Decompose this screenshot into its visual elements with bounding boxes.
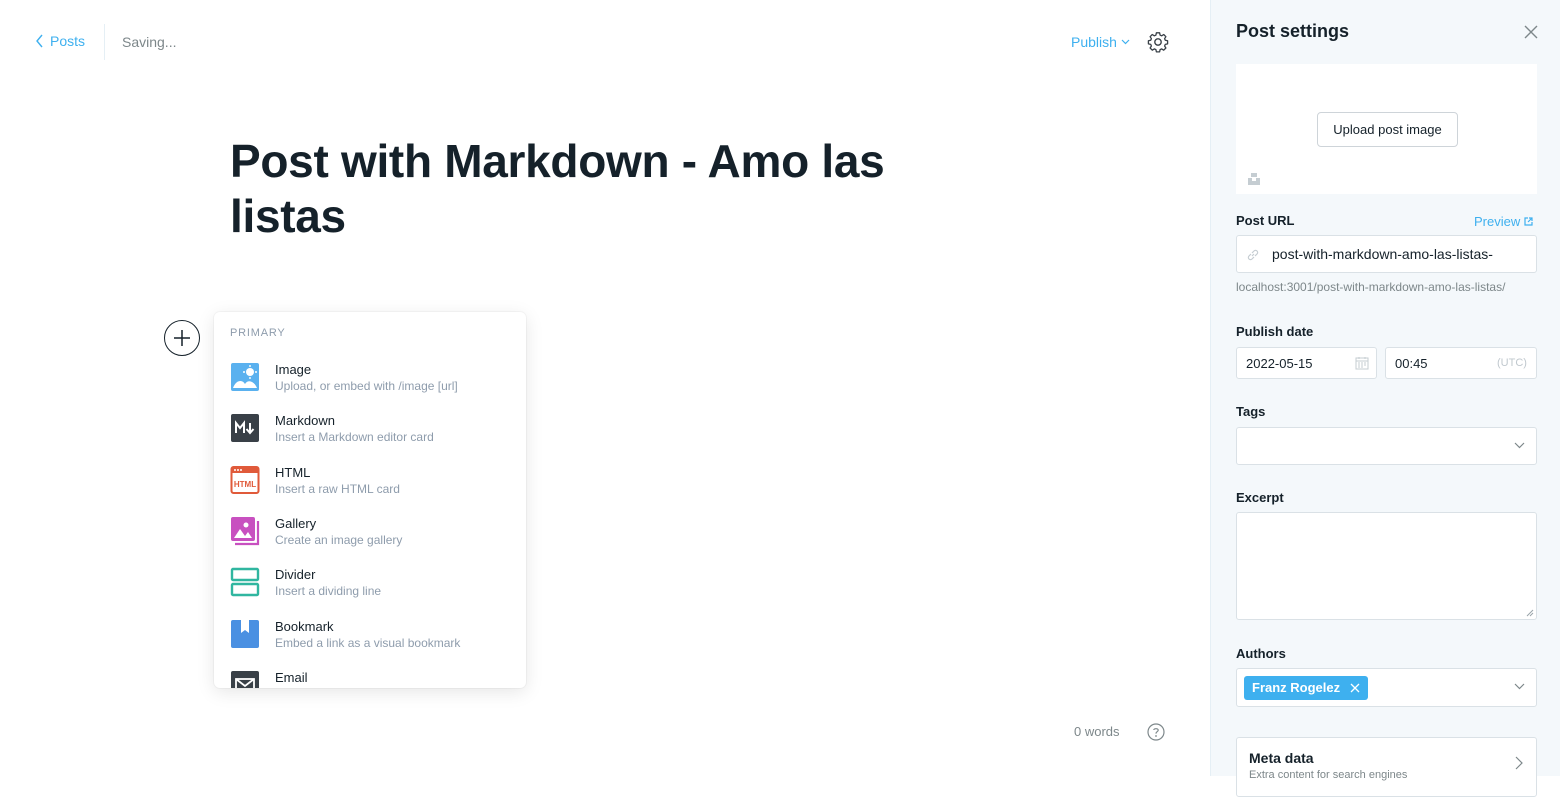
meta-data-title: Meta data (1249, 750, 1314, 766)
chevron-left-icon (36, 34, 43, 48)
meta-data-button[interactable]: Meta data Extra content for search engin… (1236, 737, 1537, 797)
card-menu-item-divider[interactable]: Divider Insert a dividing line (214, 567, 526, 617)
publish-time-input[interactable]: 00:45 (UTC) (1385, 347, 1537, 379)
preview-link[interactable]: Preview (1474, 214, 1533, 229)
publish-date-input[interactable]: 2022-05-15 (1236, 347, 1377, 379)
publish-label: Publish (1071, 34, 1117, 50)
divider-card-icon (230, 567, 260, 597)
remove-author-icon[interactable] (1350, 683, 1360, 693)
external-link-icon (1524, 217, 1533, 226)
svg-text:HTML: HTML (234, 480, 256, 489)
post-image-dropzone: Upload post image (1236, 64, 1537, 194)
chevron-down-icon (1514, 683, 1525, 690)
chevron-down-icon (1121, 39, 1130, 45)
panel-title: Post settings (1236, 21, 1350, 41)
author-name: Franz Rogelez (1252, 680, 1341, 695)
post-title[interactable]: Post with Markdown - Amo las listas (230, 134, 950, 244)
post-url-full: localhost:3001/post-with-markdown-amo-la… (1236, 280, 1506, 294)
meta-data-subtitle: Extra content for search engines (1249, 769, 1408, 781)
card-menu-section-title: PRIMARY (230, 327, 286, 339)
card-menu-item-description: Insert a raw HTML card (275, 482, 400, 496)
card-menu-item-description: Create an image gallery (275, 533, 403, 547)
card-menu-item-label: Email (275, 670, 308, 685)
back-link-label: Posts (50, 33, 86, 49)
email-card-icon (231, 671, 259, 688)
chevron-right-icon (1515, 756, 1523, 770)
add-card-button[interactable] (164, 320, 200, 356)
tags-select[interactable] (1236, 427, 1537, 465)
card-menu-item-description: Embed a link as a visual bookmark (275, 636, 461, 650)
calendar-icon[interactable] (1355, 356, 1369, 370)
preview-label: Preview (1474, 214, 1521, 229)
image-card-icon (231, 363, 259, 391)
card-menu-item-bookmark[interactable]: Bookmark Embed a link as a visual bookma… (214, 619, 526, 669)
card-menu-item-markdown[interactable]: Markdown Insert a Markdown editor card (214, 413, 526, 463)
resize-handle-icon[interactable] (1526, 609, 1534, 617)
word-count: 0 words (1074, 724, 1120, 739)
card-menu-item-image[interactable]: Image Upload, or embed with /image [url] (214, 362, 526, 412)
post-settings-panel: Post settings Upload post image Post URL… (1210, 0, 1560, 797)
editor-topbar: Posts Saving... Publish (0, 0, 1210, 84)
authors-select[interactable]: Franz Rogelez (1236, 668, 1537, 707)
author-token: Franz Rogelez (1244, 676, 1369, 700)
card-menu-item-html[interactable]: HTML HTML Insert a raw HTML card (214, 465, 526, 515)
timezone-label: (UTC) (1497, 357, 1527, 369)
card-menu-item-label: Markdown (275, 413, 335, 428)
save-status: Saving... (122, 34, 177, 50)
card-menu-item-description: Insert a Markdown editor card (275, 430, 434, 444)
tags-label: Tags (1236, 404, 1266, 419)
post-url-label: Post URL (1236, 213, 1295, 228)
card-menu-item-label: Divider (275, 567, 316, 582)
card-menu-item-label: Image (275, 362, 312, 377)
card-menu-item-description: Insert a dividing line (275, 584, 382, 598)
close-icon[interactable] (1523, 24, 1539, 40)
back-to-posts-link[interactable]: Posts (35, 33, 85, 49)
publish-date-value: 2022-05-15 (1246, 356, 1313, 371)
post-url-value: post-with-markdown-amo-las-listas- (1272, 246, 1493, 262)
markdown-card-icon (231, 414, 259, 442)
card-menu-item-label: HTML (275, 465, 311, 480)
publish-date-label: Publish date (1236, 324, 1314, 339)
publish-time-value: 00:45 (1395, 356, 1428, 371)
authors-label: Authors (1236, 646, 1286, 661)
chevron-down-icon (1514, 442, 1525, 449)
link-icon (1247, 249, 1259, 261)
excerpt-textarea[interactable] (1236, 512, 1537, 620)
card-menu-item-label: Bookmark (275, 619, 334, 634)
html-card-icon: HTML (230, 466, 260, 494)
plus-icon (174, 330, 190, 346)
gallery-card-icon (231, 517, 260, 546)
upload-post-image-button[interactable]: Upload post image (1317, 112, 1458, 147)
excerpt-label: Excerpt (1236, 490, 1284, 505)
card-menu-item-description: Upload, or embed with /image [url] (275, 379, 458, 393)
card-menu: PRIMARY Image Upload, or embed with /ima… (214, 312, 526, 688)
gear-icon[interactable] (1146, 30, 1170, 54)
card-menu-item-gallery[interactable]: Gallery Create an image gallery (214, 516, 526, 566)
bookmark-card-icon (231, 620, 259, 648)
publish-menu-button[interactable]: Publish (1071, 34, 1130, 50)
topbar-divider (104, 24, 105, 60)
card-menu-item-label: Gallery (275, 516, 317, 531)
card-menu-item-email[interactable]: Email (214, 670, 526, 688)
unsplash-icon[interactable] (1247, 172, 1261, 186)
editor-area: Posts Saving... Publish Post with Markdo… (0, 0, 1210, 776)
help-icon[interactable] (1147, 723, 1165, 741)
post-url-input[interactable]: post-with-markdown-amo-las-listas- (1236, 235, 1537, 273)
